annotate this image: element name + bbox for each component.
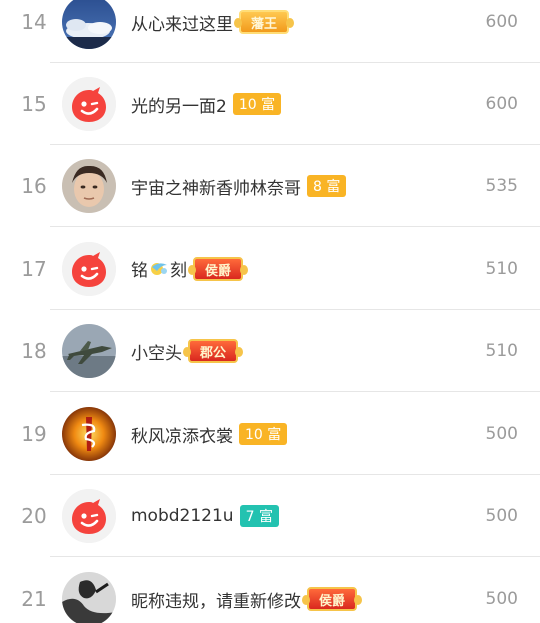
rank-number: 16 xyxy=(21,174,47,198)
wealth-level-badge: 10 富 xyxy=(239,423,288,445)
emoji-icon xyxy=(149,259,169,282)
score-value: 500 xyxy=(485,506,518,526)
list-item[interactable]: 21 昵称违规，请重新修改 侯爵 500 xyxy=(0,558,540,623)
divider xyxy=(50,556,540,557)
fire-avatar[interactable] xyxy=(62,407,116,461)
divider xyxy=(50,391,540,392)
default-red-avatar[interactable] xyxy=(62,489,116,543)
user-name[interactable]: mobd2121u xyxy=(131,506,234,526)
wealth-level-badge: 7 富 xyxy=(239,505,279,527)
bw-photo-avatar[interactable] xyxy=(62,572,116,623)
list-item[interactable]: 19 秋风凉添衣裳 10 富 500 xyxy=(0,393,540,475)
divider xyxy=(50,226,540,227)
list-item[interactable]: 15 光的另一面2 10 富 600 xyxy=(0,63,540,145)
rank-number: 19 xyxy=(21,422,47,446)
default-red-avatar[interactable] xyxy=(62,77,116,131)
user-name[interactable]: 从心来过这里 xyxy=(131,10,233,35)
rank-title-badge: 侯爵 xyxy=(187,257,249,281)
rank-number: 18 xyxy=(21,339,47,363)
score-value: 600 xyxy=(485,12,518,32)
user-name-part: 铭 xyxy=(131,260,148,281)
list-item[interactable]: 14 从心来过这里 藩王 600 xyxy=(0,0,540,63)
score-value: 500 xyxy=(485,424,518,444)
rank-title-badge: 侯爵 xyxy=(301,587,363,611)
score-value: 510 xyxy=(485,341,518,361)
user-name[interactable]: 昵称违规，请重新修改 xyxy=(131,587,301,612)
user-name[interactable]: 秋风凉添衣裳 xyxy=(131,422,233,447)
rank-title-badge: 郡公 xyxy=(182,339,244,363)
score-value: 500 xyxy=(485,589,518,609)
rank-title-badge: 藩王 xyxy=(233,10,295,34)
score-value: 535 xyxy=(485,176,518,196)
rank-number: 14 xyxy=(21,10,47,34)
score-value: 600 xyxy=(485,94,518,114)
user-name[interactable]: 光的另一面2 xyxy=(131,92,227,117)
wealth-level-badge: 8 富 xyxy=(307,175,347,197)
jet-avatar[interactable] xyxy=(62,324,116,378)
rank-number: 21 xyxy=(21,587,47,611)
sky-cloud-avatar[interactable] xyxy=(62,0,116,49)
score-value: 510 xyxy=(485,259,518,279)
leaderboard-list: 14 从心来过这里 藩王 600 15 光的另一面2 10 富 600 16 宇… xyxy=(0,0,540,623)
list-item[interactable]: 17 铭刻 侯爵 510 xyxy=(0,228,540,310)
default-red-avatar[interactable] xyxy=(62,242,116,296)
list-item[interactable]: 18 小空头 郡公 510 xyxy=(0,310,540,392)
list-item[interactable]: 20 mobd2121u 7 富 500 xyxy=(0,475,540,557)
rank-number: 15 xyxy=(21,92,47,116)
list-item[interactable]: 16 宇宙之神新香帅林奈哥 8 富 535 xyxy=(0,145,540,227)
face-photo-avatar[interactable] xyxy=(62,159,116,213)
user-name[interactable]: 小空头 xyxy=(131,339,182,364)
user-name[interactable]: 宇宙之神新香帅林奈哥 xyxy=(131,174,301,199)
user-name[interactable]: 铭刻 xyxy=(131,256,187,283)
rank-number: 20 xyxy=(21,504,47,528)
rank-number: 17 xyxy=(21,257,47,281)
user-name-part: 刻 xyxy=(170,260,187,281)
wealth-level-badge: 10 富 xyxy=(232,93,282,115)
